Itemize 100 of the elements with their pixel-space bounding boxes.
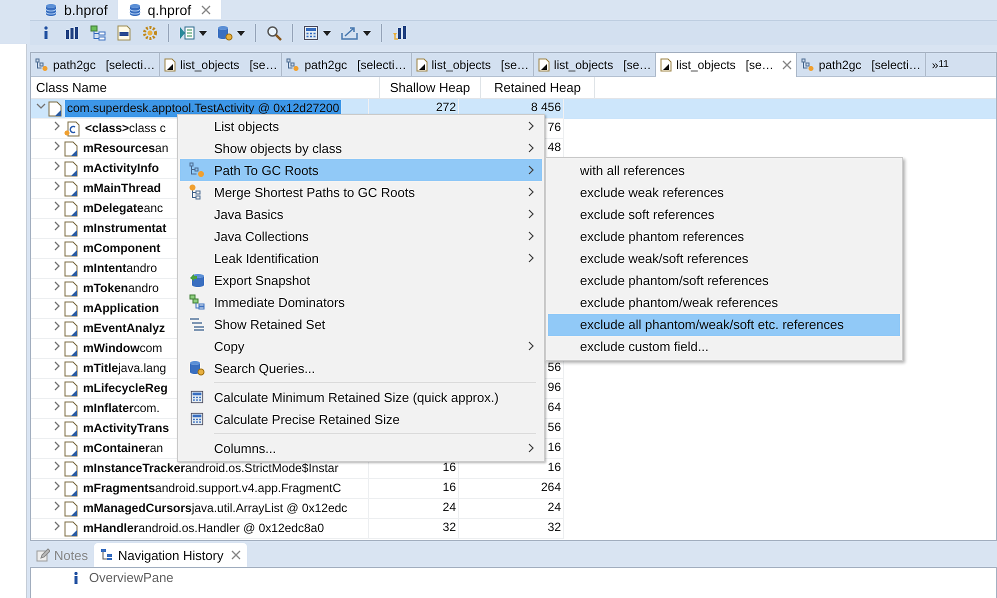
result-tab[interactable]: list_objects [se… (656, 53, 797, 77)
menu-item[interactable]: Calculate Precise Retained Size (180, 408, 542, 430)
column-header[interactable]: Class Name (31, 77, 380, 98)
database-icon (44, 2, 58, 16)
chevron-icon[interactable] (53, 141, 61, 151)
result-tab[interactable]: path2gc [selecti… (31, 53, 160, 76)
chevron-icon[interactable] (53, 441, 61, 451)
menu-item[interactable]: exclude all phantom/weak/soft etc. references (548, 314, 900, 336)
chevron-icon[interactable] (53, 281, 61, 291)
shallow-heap-cell: 16 (442, 460, 456, 475)
menu-item[interactable]: Merge Shortest Paths to GC Roots (180, 181, 542, 203)
retained-heap-cell: 16 (548, 440, 561, 455)
menu-item[interactable]: Export Snapshot (180, 269, 542, 291)
chevron-icon[interactable] (53, 501, 61, 511)
chevron-icon[interactable] (53, 261, 61, 271)
class-name-cell-text: mInstanceTrackerandroid.os.StrictMode$Instar (82, 460, 340, 477)
document-icon[interactable] (116, 25, 132, 41)
caret-icon[interactable] (323, 30, 331, 36)
menu-item[interactable]: Leak Identification (180, 247, 542, 269)
history-item[interactable]: OverviewPane (89, 570, 174, 585)
retained-heap-cell: 96 (548, 380, 561, 395)
retained-heap-cell: 64 (548, 400, 561, 415)
chevron-icon[interactable] (53, 161, 61, 171)
chevron-icon[interactable] (53, 521, 61, 531)
class-name-cell-text: mEventAnalyz (82, 320, 166, 337)
gear-icon[interactable] (142, 25, 158, 41)
document-icon (64, 461, 78, 477)
result-tab[interactable]: path2gc [selecti… (282, 53, 412, 76)
class-name-cell-text: mManagedCursorsjava.util.ArrayList @ 0x12edc (82, 500, 348, 517)
menu-item[interactable]: exclude phantom/weak references (548, 292, 900, 314)
column-header[interactable]: Retained Heap (481, 77, 595, 98)
editor-tab[interactable]: q.hprof (118, 0, 222, 19)
chevron-icon[interactable] (53, 421, 61, 431)
menu-item[interactable]: List objects (180, 115, 542, 137)
menu-item[interactable]: Show Retained Set (180, 313, 542, 335)
chevron-icon[interactable] (53, 321, 61, 331)
document-icon (64, 241, 78, 257)
caret-icon[interactable] (237, 30, 245, 36)
chevron-icon[interactable] (53, 361, 61, 371)
menu-item[interactable]: Copy (180, 335, 542, 357)
retained-heap-cell: 32 (548, 520, 561, 535)
result-tab[interactable]: list_objects [se… (412, 53, 534, 76)
retained-heap-cell: 8 456 (530, 100, 561, 115)
chevron-icon[interactable] (53, 221, 61, 231)
menu-item[interactable]: Search Queries... (180, 357, 542, 379)
menu-item[interactable]: Columns... (180, 437, 542, 459)
result-tab[interactable]: path2gc [selecti… (796, 53, 926, 76)
bar-chart-icon[interactable] (64, 25, 80, 41)
class-name-cell-text: mLifecycleReg (82, 380, 169, 397)
class-name-cell-text: <class>class c (84, 120, 167, 137)
menu-item[interactable]: with all references (548, 160, 900, 182)
class-name-cell-text: mWindowcom (82, 340, 164, 357)
close-icon[interactable] (231, 550, 242, 560)
view-tab[interactable]: Navigation History (94, 543, 248, 567)
chevron-icon[interactable] (36, 102, 46, 110)
document-icon (64, 321, 78, 337)
chevron-icon[interactable] (53, 381, 61, 391)
menu-item[interactable]: exclude phantom references (548, 226, 900, 248)
document-icon (64, 381, 78, 397)
column-header[interactable]: Shallow Heap (380, 77, 481, 98)
retained-heap-cell: 56 (548, 360, 561, 375)
tree-icon[interactable] (90, 25, 106, 41)
menu-item[interactable]: Java Collections (180, 225, 542, 247)
document-icon (64, 261, 78, 277)
calculator-icon (190, 390, 204, 404)
menu-item[interactable]: exclude soft references (548, 204, 900, 226)
list-icon[interactable] (179, 25, 195, 41)
menu-item[interactable]: Show objects by class (180, 137, 542, 159)
calculator-icon[interactable] (303, 25, 319, 41)
menu-item[interactable]: Path To GC Roots (180, 159, 542, 181)
chart-icon[interactable] (392, 25, 408, 41)
class-name-cell-text: mMainThread (82, 180, 162, 197)
chevron-icon[interactable] (53, 481, 61, 491)
editor-tab[interactable]: b.hprof (34, 0, 118, 19)
caret-icon[interactable] (363, 30, 371, 36)
menu-item[interactable]: Java Basics (180, 203, 542, 225)
chevron-icon[interactable] (53, 401, 61, 411)
chevron-icon[interactable] (53, 341, 61, 351)
database-gear-icon[interactable] (217, 25, 233, 41)
close-icon[interactable] (782, 60, 792, 70)
result-tab[interactable]: list_objects [se… (160, 53, 282, 76)
document-icon (64, 501, 78, 517)
menu-item[interactable]: exclude weak references (548, 182, 900, 204)
chevron-icon[interactable] (53, 461, 61, 471)
chevron-icon[interactable] (53, 301, 61, 311)
class-name-cell-text: mComponent (82, 240, 162, 257)
menu-item[interactable]: exclude weak/soft references (548, 248, 900, 270)
menu-item[interactable]: exclude phantom/soft references (548, 270, 900, 292)
document-icon (660, 58, 672, 72)
chevron-icon[interactable] (53, 121, 61, 131)
chevron-icon[interactable] (53, 201, 61, 211)
menu-item[interactable]: exclude custom field... (548, 336, 900, 358)
caret-icon[interactable] (199, 30, 207, 36)
search-icon[interactable] (266, 25, 282, 41)
document-icon (64, 141, 78, 157)
menu-item[interactable]: Immediate Dominators (180, 291, 542, 313)
close-icon[interactable] (201, 4, 212, 14)
chevron-icon[interactable] (53, 181, 61, 191)
chevron-icon[interactable] (53, 241, 61, 251)
menu-item[interactable]: Calculate Minimum Retained Size (quick approx.) (180, 386, 542, 408)
